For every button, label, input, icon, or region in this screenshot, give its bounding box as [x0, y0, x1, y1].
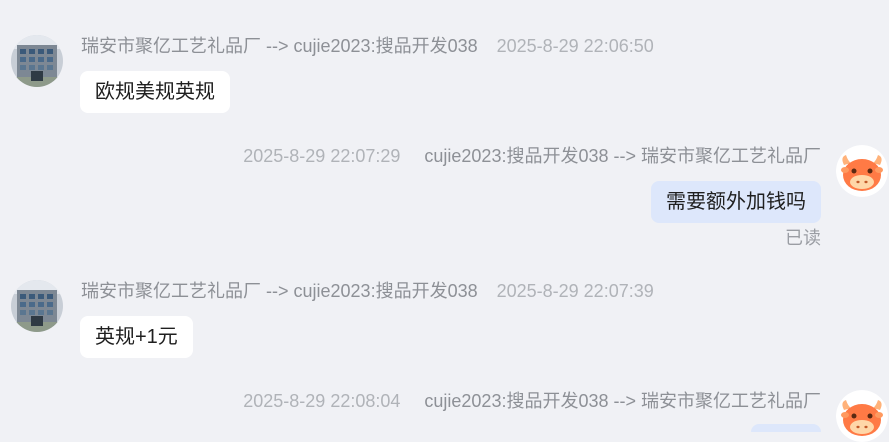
read-status: 已读 — [785, 228, 821, 248]
message-timestamp: 2025-8-29 22:07:29 — [243, 146, 401, 166]
sender-route: cujie2023:搜品开发038 --> 瑞安市聚亿工艺礼品厂 — [424, 391, 821, 411]
cow-avatar[interactable] — [836, 145, 888, 197]
message-meta: 2025-8-29 22:07:29 cujie2023:搜品开发038 --> … — [243, 145, 821, 167]
message-bubble[interactable]: 需要额外加钱吗 — [651, 181, 821, 223]
message-meta: 瑞安市聚亿工艺礼品厂 --> cujie2023:搜品开发038 2025-8-2… — [81, 280, 654, 302]
cow-avatar[interactable] — [836, 390, 888, 442]
message-text: 英规+1元 — [95, 326, 178, 348]
building-photo-avatar[interactable] — [11, 280, 63, 332]
message-text: 欧规美规英规 — [95, 81, 215, 103]
sender-route: cujie2023:搜品开发038 --> 瑞安市聚亿工艺礼品厂 — [424, 146, 821, 166]
message-meta: 2025-8-29 22:08:04 cujie2023:搜品开发038 --> … — [243, 390, 821, 412]
message-bubble[interactable]: 欧规美规英规 — [80, 71, 230, 113]
sender-route: 瑞安市聚亿工艺礼品厂 --> cujie2023:搜品开发038 — [81, 36, 478, 56]
message-timestamp: 2025-8-29 22:06:50 — [496, 36, 654, 56]
sender-route: 瑞安市聚亿工艺礼品厂 --> cujie2023:搜品开发038 — [81, 281, 478, 301]
message-text: 需要额外加钱吗 — [666, 191, 806, 213]
message-meta: 瑞安市聚亿工艺礼品厂 --> cujie2023:搜品开发038 2025-8-2… — [81, 35, 654, 57]
building-photo-avatar[interactable] — [11, 35, 63, 87]
message-bubble[interactable] — [751, 424, 821, 432]
message-bubble[interactable]: 英规+1元 — [80, 316, 193, 358]
message-timestamp: 2025-8-29 22:08:04 — [243, 391, 401, 411]
message-timestamp: 2025-8-29 22:07:39 — [496, 281, 654, 301]
